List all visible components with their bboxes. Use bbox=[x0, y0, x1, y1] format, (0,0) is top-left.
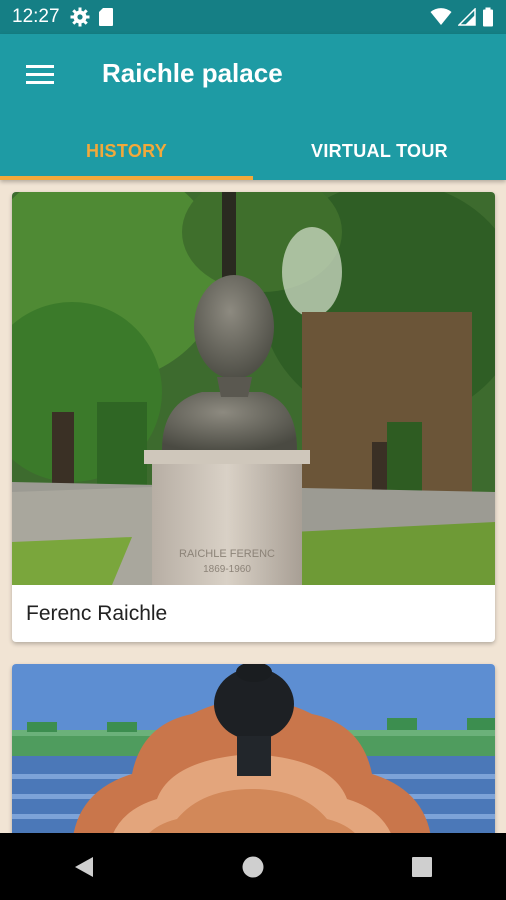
svg-text:RAICHLE FERENC: RAICHLE FERENC bbox=[179, 548, 275, 560]
battery-icon bbox=[483, 7, 493, 27]
history-card[interactable]: RAICHLE FERENC 1869-1960 Ferenc Raichle bbox=[12, 192, 495, 642]
tab-virtual-tour-label: VIRTUAL TOUR bbox=[311, 140, 448, 161]
bust-statue-image: RAICHLE FERENC 1869-1960 bbox=[12, 192, 495, 585]
menu-button[interactable] bbox=[18, 52, 62, 96]
back-icon bbox=[75, 856, 94, 877]
signal-icon bbox=[458, 8, 476, 26]
app-title: Raichle palace bbox=[102, 58, 283, 88]
menu-icon bbox=[26, 65, 54, 84]
status-bar: 12:27 bbox=[0, 0, 506, 34]
back-button[interactable] bbox=[54, 837, 114, 897]
wifi-icon bbox=[430, 8, 452, 25]
home-button[interactable] bbox=[223, 837, 283, 897]
svg-text:1869-1960: 1869-1960 bbox=[203, 564, 251, 575]
tab-history[interactable]: HISTORY bbox=[0, 122, 253, 180]
tab-indicator bbox=[0, 176, 253, 180]
navigation-bar bbox=[0, 833, 506, 900]
status-time: 12:27 bbox=[12, 6, 60, 27]
tab-history-label: HISTORY bbox=[85, 140, 168, 161]
app-bar: Raichle palace HISTORY VIRTUAL TOUR bbox=[0, 34, 506, 180]
settings-icon bbox=[70, 7, 90, 27]
card-title: Ferenc Raichle bbox=[26, 602, 168, 625]
tab-bar: HISTORY VIRTUAL TOUR bbox=[0, 122, 506, 180]
home-icon bbox=[242, 856, 264, 877]
tab-virtual-tour[interactable]: VIRTUAL TOUR bbox=[253, 122, 506, 180]
sd-card-icon bbox=[98, 8, 113, 26]
recents-button[interactable] bbox=[392, 837, 452, 897]
recents-icon bbox=[411, 856, 432, 877]
